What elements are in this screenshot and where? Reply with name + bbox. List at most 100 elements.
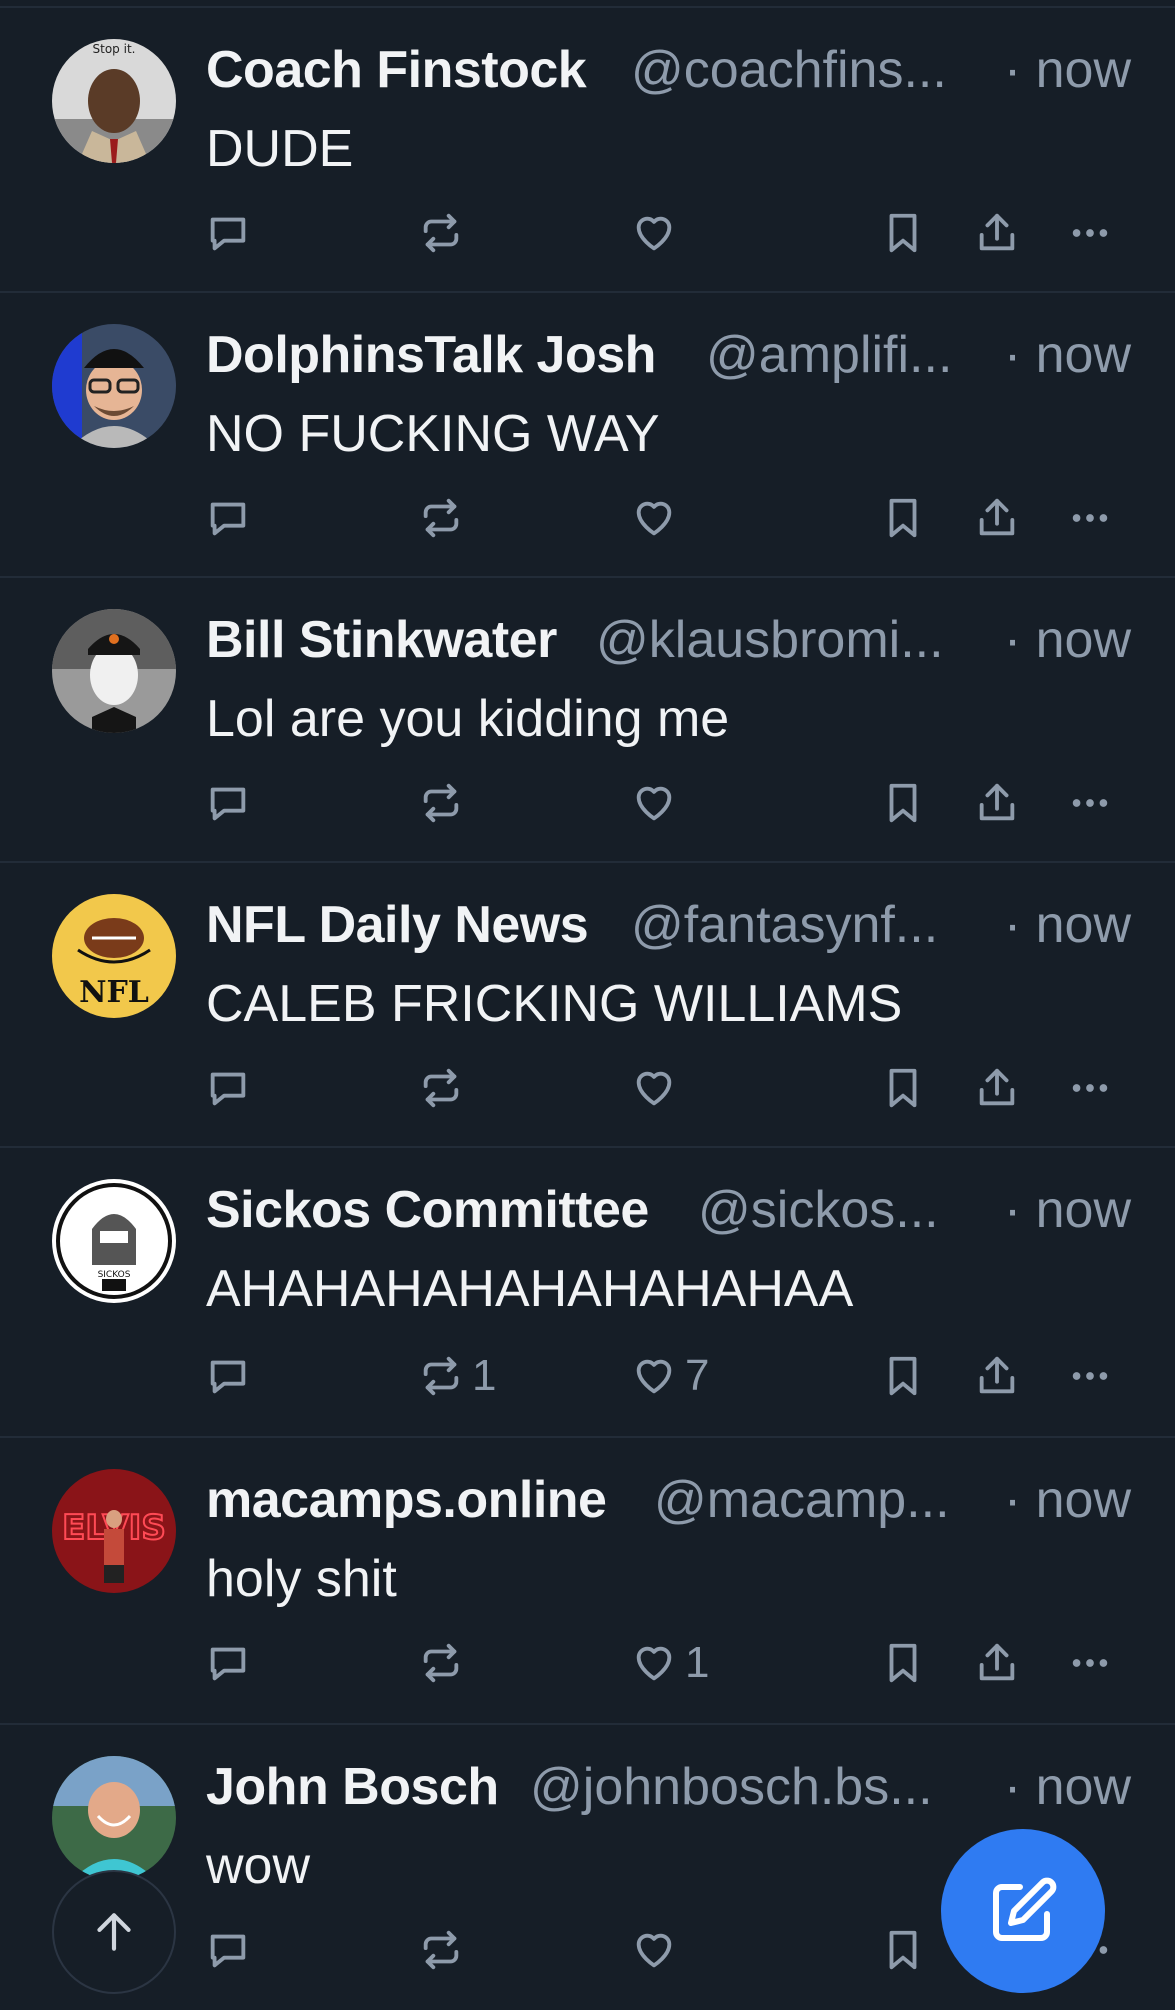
repost-icon: [423, 498, 459, 538]
avatar[interactable]: [52, 1756, 176, 1880]
like-button[interactable]: [631, 1058, 685, 1118]
timestamp[interactable]: · now: [1004, 38, 1131, 102]
post[interactable]: Bill Stinkwater @klausbromi... · now Lol…: [0, 578, 1175, 863]
handle[interactable]: @macamp...: [654, 1468, 950, 1532]
repost-button[interactable]: [418, 1920, 472, 1980]
avatar[interactable]: [52, 324, 176, 448]
bookmark-button[interactable]: [880, 203, 926, 263]
post[interactable]: Stop it. Coach Finstock @coachfins... · …: [0, 8, 1175, 293]
avatar[interactable]: SICKOS: [52, 1179, 176, 1303]
share-icon: [979, 498, 1015, 536]
repost-icon: [423, 1068, 459, 1108]
reply-icon: [210, 1072, 246, 1106]
repost-icon: [423, 1930, 459, 1970]
share-icon: [979, 783, 1015, 821]
display-name[interactable]: macamps.online: [206, 1468, 607, 1532]
share-button[interactable]: [974, 1346, 1020, 1406]
more-button[interactable]: [1067, 1346, 1113, 1406]
post-text: Lol are you kidding me: [206, 690, 730, 748]
post[interactable]: DolphinsTalk Josh @amplifi... · now NO F…: [0, 293, 1175, 578]
more-button[interactable]: [1067, 488, 1113, 548]
svg-text:SICKOS: SICKOS: [98, 1270, 131, 1280]
timestamp[interactable]: · now: [1004, 1755, 1131, 1819]
share-button[interactable]: [974, 488, 1020, 548]
post[interactable]: NFL NFL Daily News @fantasynf... · now C…: [0, 863, 1175, 1148]
share-button[interactable]: [974, 1058, 1020, 1118]
handle[interactable]: @klausbromi...: [596, 608, 944, 672]
post-actions: [0, 203, 1175, 263]
share-button[interactable]: [974, 1633, 1020, 1693]
compose-button[interactable]: [941, 1829, 1105, 1993]
reply-button[interactable]: [205, 1058, 251, 1118]
display-name[interactable]: Bill Stinkwater: [206, 608, 557, 672]
handle[interactable]: @sickos...: [698, 1178, 939, 1242]
display-name[interactable]: DolphinsTalk Josh: [206, 323, 656, 387]
bookmark-button[interactable]: [880, 1346, 926, 1406]
timestamp[interactable]: · now: [1004, 893, 1131, 957]
bookmark-icon: [889, 498, 917, 538]
heart-icon: [636, 1071, 672, 1106]
bookmark-button[interactable]: [880, 1633, 926, 1693]
reply-button[interactable]: [205, 1633, 251, 1693]
repost-button[interactable]: [418, 773, 472, 833]
like-button[interactable]: 7: [631, 1346, 709, 1406]
avatar[interactable]: Stop it.: [52, 39, 176, 163]
post[interactable]: SICKOS Sickos Committee @sickos... · now…: [0, 1148, 1175, 1438]
timestamp[interactable]: · now: [1004, 1468, 1131, 1532]
handle[interactable]: @johnbosch.bs...: [530, 1755, 933, 1819]
reply-button[interactable]: [205, 488, 251, 548]
repost-button[interactable]: [418, 1058, 472, 1118]
bookmark-button[interactable]: [880, 1920, 926, 1980]
display-name[interactable]: NFL Daily News: [206, 893, 589, 957]
share-button[interactable]: [974, 203, 1020, 263]
repost-icon: [423, 1643, 459, 1683]
avatar[interactable]: [52, 609, 176, 733]
display-name[interactable]: Sickos Committee: [206, 1178, 649, 1242]
like-button[interactable]: [631, 773, 685, 833]
heart-icon: [636, 1933, 672, 1968]
repost-button[interactable]: [418, 1633, 472, 1693]
handle[interactable]: @amplifi...: [706, 323, 952, 387]
repost-count: 1: [472, 1351, 497, 1400]
heart-icon: [636, 786, 672, 821]
reply-button[interactable]: [205, 1346, 251, 1406]
reply-icon: [210, 217, 246, 251]
more-icon: [1072, 799, 1108, 807]
feed: Stop it. Coach Finstock @coachfins... · …: [0, 0, 1175, 2000]
like-count: 7: [685, 1351, 710, 1400]
timestamp[interactable]: · now: [1004, 1178, 1131, 1242]
like-button[interactable]: 1: [631, 1633, 709, 1693]
compose-icon: [993, 1877, 1057, 1941]
repost-button[interactable]: [418, 488, 472, 548]
avatar[interactable]: ELVIS: [52, 1469, 176, 1593]
bookmark-icon: [889, 1356, 917, 1396]
display-name[interactable]: Coach Finstock: [206, 38, 587, 102]
post-text: CALEB FRICKING WILLIAMS: [206, 975, 903, 1033]
avatar[interactable]: NFL: [52, 894, 176, 1018]
repost-button[interactable]: [418, 203, 472, 263]
timestamp[interactable]: · now: [1004, 323, 1131, 387]
post[interactable]: ELVIS macamps.online @macamp... · now ho…: [0, 1438, 1175, 1725]
scroll-to-top-button[interactable]: [52, 1870, 176, 1994]
display-name[interactable]: John Bosch: [206, 1755, 499, 1819]
reply-button[interactable]: [205, 1920, 251, 1980]
share-button[interactable]: [974, 773, 1020, 833]
more-button[interactable]: [1067, 773, 1113, 833]
bookmark-button[interactable]: [880, 773, 926, 833]
like-button[interactable]: [631, 488, 685, 548]
timestamp[interactable]: · now: [1004, 608, 1131, 672]
bookmark-button[interactable]: [880, 1058, 926, 1118]
more-button[interactable]: [1067, 203, 1113, 263]
bookmark-button[interactable]: [880, 488, 926, 548]
heart-icon: [636, 216, 672, 251]
like-button[interactable]: [631, 203, 685, 263]
like-button[interactable]: [631, 1920, 685, 1980]
more-button[interactable]: [1067, 1058, 1113, 1118]
reply-button[interactable]: [205, 203, 251, 263]
post-actions: [0, 488, 1175, 548]
repost-button[interactable]: 1: [418, 1346, 496, 1406]
handle[interactable]: @coachfins...: [631, 38, 947, 102]
handle[interactable]: @fantasynf...: [631, 893, 938, 957]
reply-button[interactable]: [205, 773, 251, 833]
more-button[interactable]: [1067, 1633, 1113, 1693]
